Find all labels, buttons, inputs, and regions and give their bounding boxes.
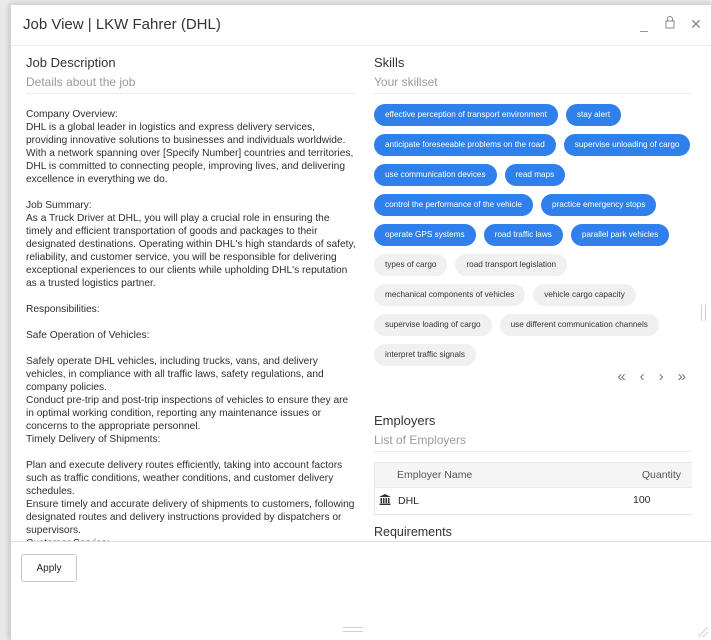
job-description-subheading: Details about the job [26,75,356,94]
employer-cell: DHL [379,494,419,508]
job-description-text: Company Overview: DHL is a global leader … [26,108,356,541]
skill-chip[interactable]: supervise unloading of cargo [563,134,691,156]
right-panel: Skills Your skillset effective perceptio… [374,55,692,541]
skill-chip[interactable]: supervise loading of cargo [374,314,492,336]
skill-chip[interactable]: mechanical components of vehicles [374,284,526,306]
skill-chip[interactable]: control the performance of the vehicle [374,194,533,216]
employers-section: Employers List of Employers Employer Nam… [374,413,692,515]
skill-chip[interactable]: effective perception of transport enviro… [374,104,558,126]
window-title: Job View | LKW Fahrer (DHL) [23,16,221,33]
bank-icon [379,494,391,508]
prev-page-icon[interactable]: ‹ [640,369,645,385]
skill-chip[interactable]: types of cargo [374,254,448,276]
resize-grip-icon[interactable] [698,627,708,637]
skill-chip[interactable]: road traffic laws [483,224,563,246]
skill-chip[interactable]: road transport legislation [455,254,568,276]
employers-table-header: Employer Name Quantity [375,463,692,487]
requirements-heading: Requirements [374,525,452,539]
skill-chip[interactable]: practice emergency stops [541,194,657,216]
skill-chip[interactable]: read maps [504,164,566,186]
description-paragraph: Job Summary: [26,200,92,211]
description-paragraph: Ensure timely and accurate delivery of s… [26,499,355,536]
employers-subheading: List of Employers [374,433,692,452]
table-row[interactable]: DHL 100 [375,487,692,514]
description-paragraph: Company Overview: [26,109,118,120]
title-bar[interactable]: Job View | LKW Fahrer (DHL) _ ✕ [11,5,711,46]
description-paragraph: Safely operate DHL vehicles, including t… [26,356,324,393]
job-description-panel[interactable]: Job Description Details about the job Co… [26,55,356,541]
first-page-icon[interactable]: « [617,369,625,385]
pin-icon[interactable] [663,15,677,33]
skill-chip[interactable]: parallel park vehicles [570,224,670,246]
footer-bar: Apply [11,541,711,640]
employer-name-column[interactable]: Employer Name [397,469,472,481]
minimize-icon[interactable]: _ [637,15,651,33]
requirements-section: Requirements [374,525,692,539]
description-paragraph: DHL is a global leader in logistics and … [26,122,354,185]
description-paragraph: Plan and execute delivery routes efficie… [26,460,343,497]
description-paragraph: Timely Delivery of Shipments: [26,434,161,445]
employer-name: DHL [398,495,420,507]
next-page-icon[interactable]: › [659,369,664,385]
skill-chip[interactable]: vehicle cargo capacity [533,284,636,306]
job-description-heading: Job Description [26,55,116,70]
skills-heading: Skills [374,55,405,70]
description-paragraph: Responsibilities: [26,304,100,315]
drag-handle[interactable] [343,627,363,632]
skill-chip[interactable]: use communication devices [374,164,497,186]
skill-chip[interactable]: interpret traffic signals [374,344,476,366]
skill-chip[interactable]: anticipate foreseeable problems on the r… [374,134,556,156]
description-paragraph: Safe Operation of Vehicles: [26,330,150,341]
description-paragraph: Conduct pre-trip and post-trip inspectio… [26,395,349,432]
close-icon[interactable]: ✕ [689,15,703,33]
quantity-column[interactable]: Quantity [642,469,681,481]
skills-chip-list: effective perception of transport enviro… [374,104,692,366]
window-controls: _ ✕ [637,15,703,33]
employers-table: Employer Name Quantity DHL 100 [374,462,692,515]
skill-chip[interactable]: stay alert [565,104,622,126]
last-page-icon[interactable]: » [678,369,686,385]
description-paragraph: As a Truck Driver at DHL, you will play … [26,213,356,289]
job-view-window: Job View | LKW Fahrer (DHL) _ ✕ Job Desc… [10,4,712,640]
skills-subheading: Your skillset [374,75,692,94]
employer-quantity: 100 [633,494,651,506]
skill-chip[interactable]: use different communication channels [499,314,659,336]
apply-button[interactable]: Apply [21,554,77,582]
skill-chip[interactable]: operate GPS systems [374,224,476,246]
skills-pager: « ‹ › » [617,369,686,385]
employers-heading: Employers [374,413,436,428]
panel-splitter-handle[interactable] [701,305,706,321]
